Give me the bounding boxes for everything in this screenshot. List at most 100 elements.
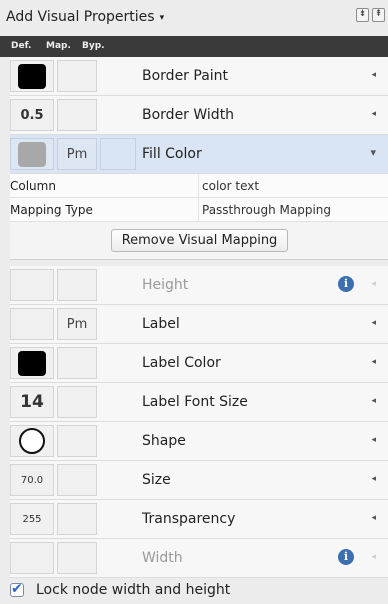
visual-property-row-size[interactable]: 70.0 Size ◂ — [10, 461, 388, 500]
visual-property-row-label[interactable]: Pm Label ◂ — [10, 305, 388, 344]
mapping-value — [58, 426, 96, 456]
default-value-cell[interactable] — [10, 347, 54, 379]
default-value-cell[interactable]: 255 — [10, 503, 54, 535]
mapping-cell[interactable]: Pm — [57, 308, 97, 340]
mapping-value — [58, 348, 96, 378]
mapping-value — [58, 270, 96, 300]
bypass-cell[interactable] — [100, 542, 136, 574]
default-value-cell[interactable] — [10, 269, 54, 301]
bypass-cell[interactable] — [100, 425, 136, 457]
expand-arrow-icon[interactable]: ◂ — [371, 109, 376, 119]
default-value — [11, 348, 53, 378]
bypass-cell[interactable] — [100, 347, 136, 379]
property-name: Transparency — [142, 511, 236, 527]
lock-node-size-option[interactable]: Lock node width and height — [10, 579, 230, 601]
expand-arrow-icon[interactable]: ◂ — [371, 474, 376, 484]
expand-arrow-icon[interactable]: ◂ — [371, 396, 376, 406]
visual-property-list: Border Paint ◂ 0.5 Border Width ◂ Pm Fill Colo… — [10, 57, 388, 578]
ellipse-shape-icon — [19, 428, 45, 454]
mapping-cell[interactable] — [57, 99, 97, 131]
visual-property-row-width[interactable]: Width i ◂ — [10, 539, 388, 578]
expand-arrow-icon[interactable]: ◂ — [371, 279, 376, 289]
mapping-value — [58, 100, 96, 130]
expand-arrow-icon[interactable]: ◂ — [371, 318, 376, 328]
bypass-cell[interactable] — [100, 99, 136, 131]
default-value-empty — [11, 543, 53, 573]
visual-property-row-transparency[interactable]: 255 Transparency ◂ — [10, 500, 388, 539]
mapping-cell[interactable] — [57, 542, 97, 574]
mapping-editor: Column color text Mapping Type Passthrough … — [10, 174, 388, 260]
remove-mapping-area: Remove Visual Mapping — [10, 222, 388, 259]
mapping-column-row[interactable]: Column color text — [10, 174, 388, 198]
mapping-cell[interactable] — [57, 60, 97, 92]
mapping-cell[interactable] — [57, 386, 97, 418]
default-value-cell[interactable] — [10, 60, 54, 92]
expand-arrow-icon[interactable]: ◂ — [371, 435, 376, 445]
visual-property-row-border-width[interactable]: 0.5 Border Width ◂ — [10, 96, 388, 135]
mapping-cell[interactable] — [57, 425, 97, 457]
mapping-cell[interactable] — [57, 347, 97, 379]
expand-arrow-icon[interactable]: ◂ — [371, 552, 376, 562]
mapping-value — [58, 465, 96, 495]
mapping-value-text[interactable]: Passthrough Mapping — [202, 203, 331, 217]
mapping-value — [58, 504, 96, 534]
remove-visual-mapping-button[interactable]: Remove Visual Mapping — [111, 229, 288, 252]
bypass-cell[interactable] — [100, 503, 136, 535]
bypass-cell[interactable] — [100, 464, 136, 496]
bypass-cell[interactable] — [100, 269, 136, 301]
collapse-all-icon[interactable]: ⇟ — [356, 8, 369, 22]
expand-arrow-icon[interactable]: ◂ — [371, 357, 376, 367]
lock-node-size-label: Lock node width and height — [36, 582, 231, 598]
default-value-cell[interactable] — [10, 138, 54, 170]
visual-property-row-fill-color[interactable]: Pm Fill Color ▾ — [10, 135, 388, 174]
bypass-cell[interactable] — [100, 60, 136, 92]
visual-property-row-height[interactable]: Height i ◂ — [10, 266, 388, 305]
lock-node-size-checkbox[interactable] — [10, 581, 24, 597]
default-value-cell[interactable]: 70.0 — [10, 464, 54, 496]
add-visual-properties-button[interactable]: Add Visual Properties ▾ — [6, 9, 164, 25]
property-name: Label Color — [142, 355, 221, 371]
collapse-arrow-icon[interactable]: ▾ — [370, 146, 376, 159]
column-header: Def. Map. Byp. — [0, 36, 388, 57]
property-name: Fill Color — [142, 146, 202, 162]
expand-arrow-icon[interactable]: ◂ — [371, 513, 376, 523]
property-name: Label — [142, 316, 180, 332]
expand-arrow-icon[interactable]: ◂ — [371, 70, 376, 80]
default-value — [11, 426, 53, 456]
info-icon[interactable]: i — [338, 276, 354, 292]
mapping-value — [58, 61, 96, 91]
column-map: Map. — [46, 41, 71, 51]
default-value-cell[interactable] — [10, 425, 54, 457]
mapping-value-text[interactable]: color text — [202, 179, 259, 193]
mapping-value — [58, 387, 96, 417]
expand-all-icon[interactable]: ⇞ — [372, 8, 385, 22]
mapping-cell[interactable] — [57, 464, 97, 496]
info-icon[interactable]: i — [338, 549, 354, 565]
bypass-cell[interactable] — [100, 308, 136, 340]
property-name: Width — [142, 550, 183, 566]
default-value-cell[interactable] — [10, 308, 54, 340]
mapping-key: Column — [10, 179, 56, 193]
mapping-value: Pm — [66, 146, 88, 162]
bypass-cell[interactable] — [100, 386, 136, 418]
mapping-type-row[interactable]: Mapping Type Passthrough Mapping — [10, 198, 388, 222]
mapping-key: Mapping Type — [10, 203, 93, 217]
add-visual-properties-label: Add Visual Properties — [6, 9, 155, 25]
mapping-cell[interactable] — [57, 503, 97, 535]
default-value-cell[interactable] — [10, 542, 54, 574]
visual-property-row-shape[interactable]: Shape ◂ — [10, 422, 388, 461]
visual-property-row-label-font-size[interactable]: 14 Label Font Size ◂ — [10, 383, 388, 422]
cell-divider — [198, 198, 199, 222]
visual-property-row-label-color[interactable]: Label Color ◂ — [10, 344, 388, 383]
bypass-cell[interactable] — [100, 138, 136, 170]
color-swatch — [18, 63, 46, 89]
default-value-cell[interactable]: 14 — [10, 386, 54, 418]
default-value-cell[interactable]: 0.5 — [10, 99, 54, 131]
toolbar: Add Visual Properties ▾ ⇟ ⇞ — [0, 0, 388, 36]
mapping-cell[interactable]: Pm — [57, 138, 97, 170]
property-name: Size — [142, 472, 171, 488]
column-byp: Byp. — [82, 41, 105, 51]
mapping-cell[interactable] — [57, 269, 97, 301]
visual-property-row-border-paint[interactable]: Border Paint ◂ — [10, 57, 388, 96]
mapping-value: Pm — [66, 316, 88, 332]
